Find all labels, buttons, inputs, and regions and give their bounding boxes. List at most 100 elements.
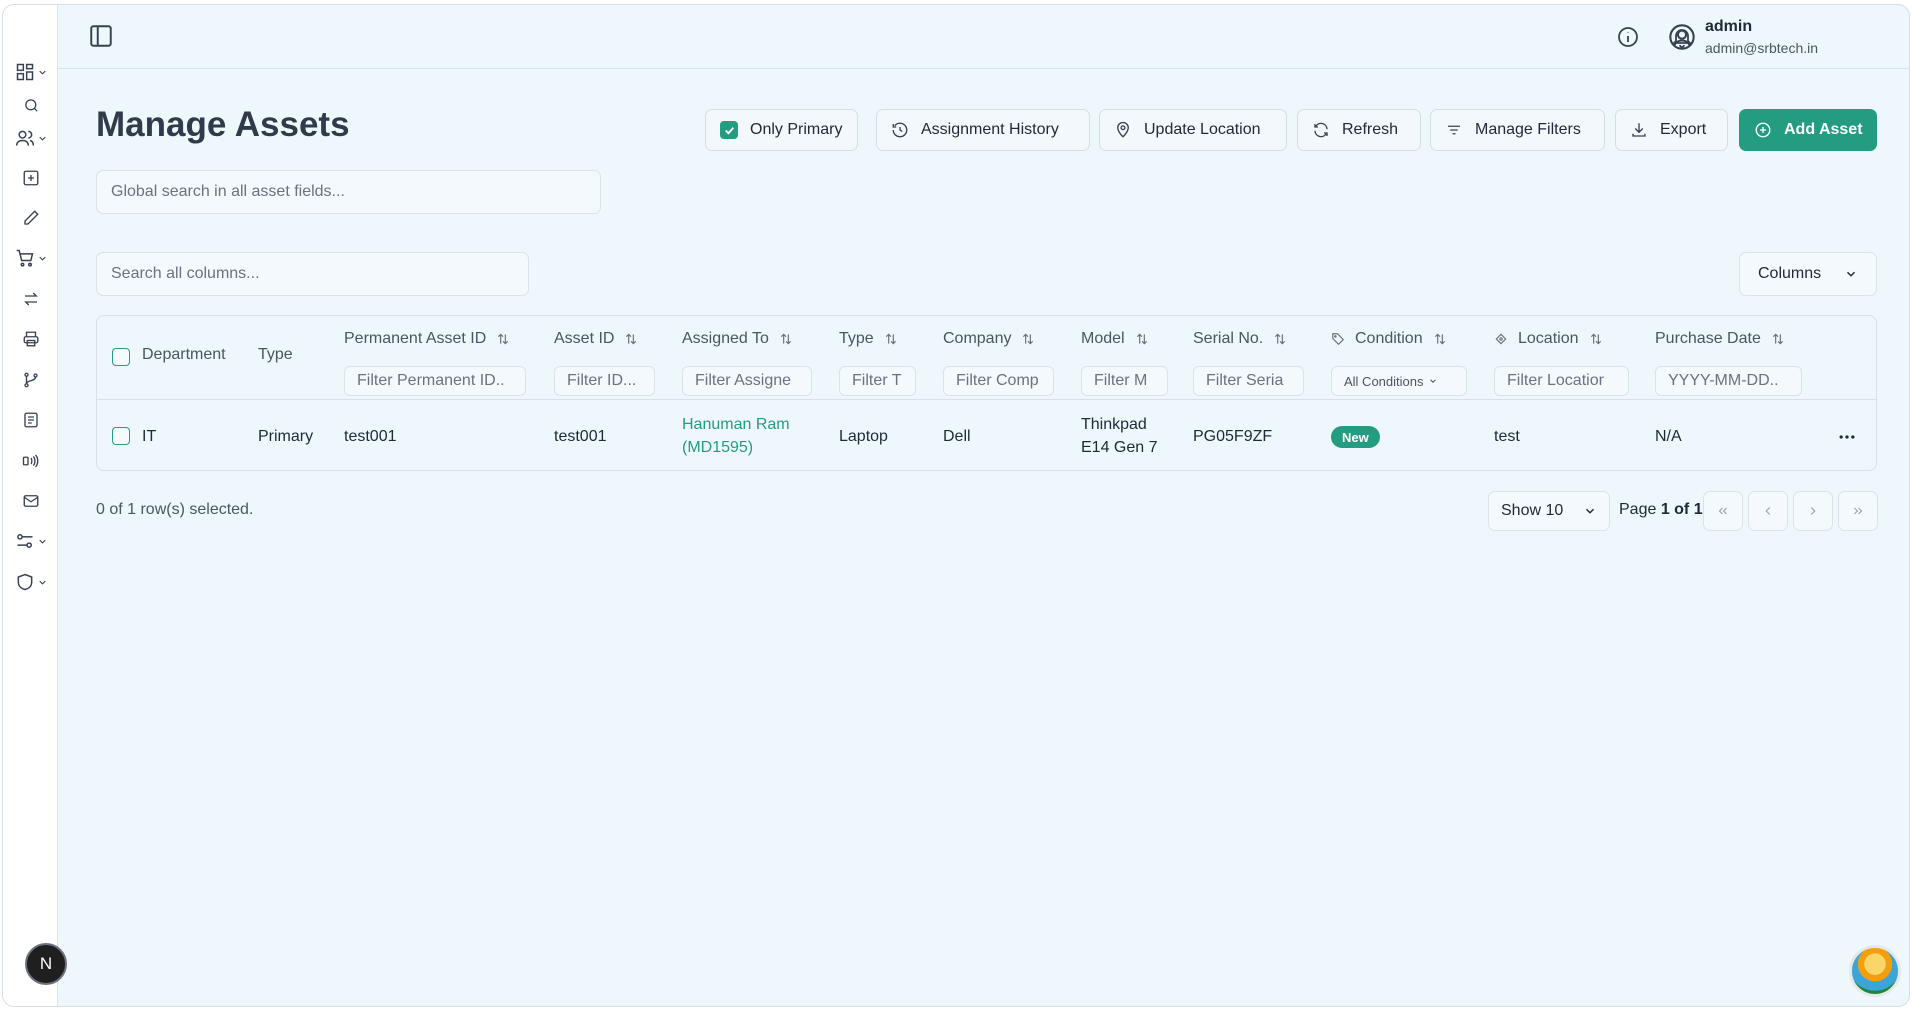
sidebar-item-add[interactable] — [11, 162, 51, 194]
filter-location[interactable] — [1494, 366, 1629, 396]
settings-sliders-icon — [16, 534, 32, 548]
sidebar-item-reports[interactable] — [11, 404, 51, 436]
chevron-down-icon — [38, 256, 46, 261]
column-search-input[interactable] — [96, 252, 529, 296]
sort-icon[interactable] — [496, 332, 510, 346]
sidebar-item-edit[interactable] — [11, 202, 51, 234]
filter-asset-id[interactable] — [554, 366, 655, 396]
only-primary-checkbox[interactable] — [720, 121, 738, 139]
update-location-button[interactable]: Update Location — [1099, 109, 1287, 151]
column-header-department[interactable]: Department — [142, 346, 226, 364]
sidebar-item-print[interactable] — [11, 323, 51, 355]
assignment-history-button[interactable]: Assignment History — [876, 109, 1090, 151]
column-header-asset-id[interactable]: Asset ID — [554, 330, 638, 348]
global-search-input[interactable] — [96, 170, 601, 214]
sort-icon[interactable] — [1589, 332, 1603, 346]
dev-badge[interactable]: N — [25, 943, 67, 985]
last-page-button[interactable] — [1838, 491, 1878, 531]
export-button[interactable]: Export — [1615, 109, 1728, 151]
filter-condition-select[interactable]: All Conditions — [1331, 366, 1467, 396]
filter-type[interactable] — [839, 366, 916, 396]
column-header-location[interactable]: Location — [1494, 330, 1603, 348]
row-checkbox[interactable] — [112, 427, 130, 445]
sidebar-item-workflow[interactable] — [11, 364, 51, 396]
sidebar-item-settings[interactable] — [11, 525, 51, 557]
sort-icon[interactable] — [884, 332, 898, 346]
assignee-link[interactable]: Hanuman Ram (MD1595) — [682, 413, 790, 459]
add-asset-button[interactable]: Add Asset — [1739, 109, 1877, 151]
columns-label: Columns — [1758, 265, 1822, 282]
filter-company[interactable] — [943, 366, 1054, 396]
sort-icon[interactable] — [1135, 332, 1149, 346]
page-size-select[interactable]: Show 10 — [1488, 491, 1610, 531]
download-icon — [1632, 123, 1646, 137]
chevrons-right-icon — [1854, 507, 1863, 515]
filter-serial-no[interactable] — [1193, 366, 1304, 396]
plus-square-icon — [23, 170, 39, 186]
cell-asset-type: Laptop — [839, 428, 888, 445]
column-header-asset-type[interactable]: Type — [839, 330, 898, 348]
sort-icon[interactable] — [1433, 332, 1447, 346]
user-email: admin@srbtech.in — [1705, 40, 1819, 56]
refresh-button[interactable]: Refresh — [1297, 109, 1421, 151]
history-icon — [892, 122, 908, 138]
columns-dropdown[interactable]: Columns — [1739, 252, 1877, 296]
sort-icon[interactable] — [1771, 332, 1785, 346]
user-name[interactable]: admin — [1705, 18, 1752, 36]
page-indicator: Page 1 of 1 — [1619, 501, 1703, 518]
sort-icon[interactable] — [624, 332, 638, 346]
sidebar-item-purchase[interactable] — [11, 242, 51, 274]
export-label: Export — [1660, 121, 1707, 138]
chevron-down-icon — [1585, 508, 1595, 514]
cell-company: Dell — [943, 428, 971, 445]
cell-permanent-asset-id: test001 — [344, 428, 397, 445]
filter-purchase-date[interactable] — [1655, 366, 1802, 396]
refresh-icon — [1314, 122, 1328, 138]
sort-icon[interactable] — [1021, 332, 1035, 346]
column-header-assigned-to[interactable]: Assigned To — [682, 330, 793, 348]
condition-badge: New — [1331, 426, 1380, 448]
filter-assigned-to[interactable] — [682, 366, 812, 396]
column-header-purchase-date[interactable]: Purchase Date — [1655, 330, 1785, 348]
only-primary-toggle[interactable]: Only Primary — [705, 109, 858, 151]
column-header-serial-no[interactable]: Serial No. — [1193, 330, 1287, 348]
filter-model[interactable] — [1081, 366, 1168, 396]
column-header-company[interactable]: Company — [943, 330, 1035, 348]
prev-page-button[interactable] — [1748, 491, 1788, 531]
sidebar-item-transfer[interactable] — [11, 283, 51, 315]
sidebar-item-dashboard[interactable] — [11, 56, 51, 88]
first-page-button[interactable] — [1703, 491, 1743, 531]
table-row[interactable]: IT Primary test001 test001 Hanuman Ram (… — [97, 401, 1876, 470]
info-icon[interactable] — [1616, 25, 1640, 49]
column-header-condition[interactable]: Condition — [1331, 330, 1447, 348]
sidebar-toggle-icon[interactable] — [88, 23, 114, 49]
page-title: Manage Assets — [96, 105, 350, 144]
chevron-right-icon — [1810, 507, 1816, 515]
refresh-label: Refresh — [1342, 121, 1399, 138]
column-header-model[interactable]: Model — [1081, 330, 1149, 348]
dashboard-grid-icon — [16, 63, 33, 81]
model-line-1: Thinkpad — [1081, 416, 1147, 433]
more-actions-icon[interactable] — [1837, 427, 1857, 447]
select-all-checkbox[interactable] — [112, 348, 130, 366]
chevron-down-icon — [38, 580, 46, 585]
next-page-button[interactable] — [1793, 491, 1833, 531]
chevron-down-icon — [38, 70, 46, 75]
top-bar — [58, 5, 1909, 69]
cell-location: test — [1494, 428, 1520, 445]
column-header-permanent-asset-id[interactable]: Permanent Asset ID — [344, 330, 510, 348]
cell-department: IT — [142, 428, 157, 445]
sidebar-item-search[interactable] — [11, 89, 51, 121]
sidebar-item-users[interactable] — [11, 122, 51, 154]
column-header-type[interactable]: Type — [258, 346, 293, 364]
manage-filters-button[interactable]: Manage Filters — [1430, 109, 1605, 151]
sidebar-item-security[interactable] — [11, 566, 51, 598]
assistant-avatar[interactable] — [1849, 945, 1901, 997]
sort-icon[interactable] — [1273, 332, 1287, 346]
assignee-name: Hanuman Ram — [682, 416, 790, 433]
sidebar-item-mail[interactable] — [11, 485, 51, 517]
sidebar-item-rfid[interactable] — [11, 445, 51, 477]
user-avatar-icon[interactable] — [1668, 23, 1696, 51]
sort-icon[interactable] — [779, 332, 793, 346]
filter-permanent-id[interactable] — [344, 366, 526, 396]
